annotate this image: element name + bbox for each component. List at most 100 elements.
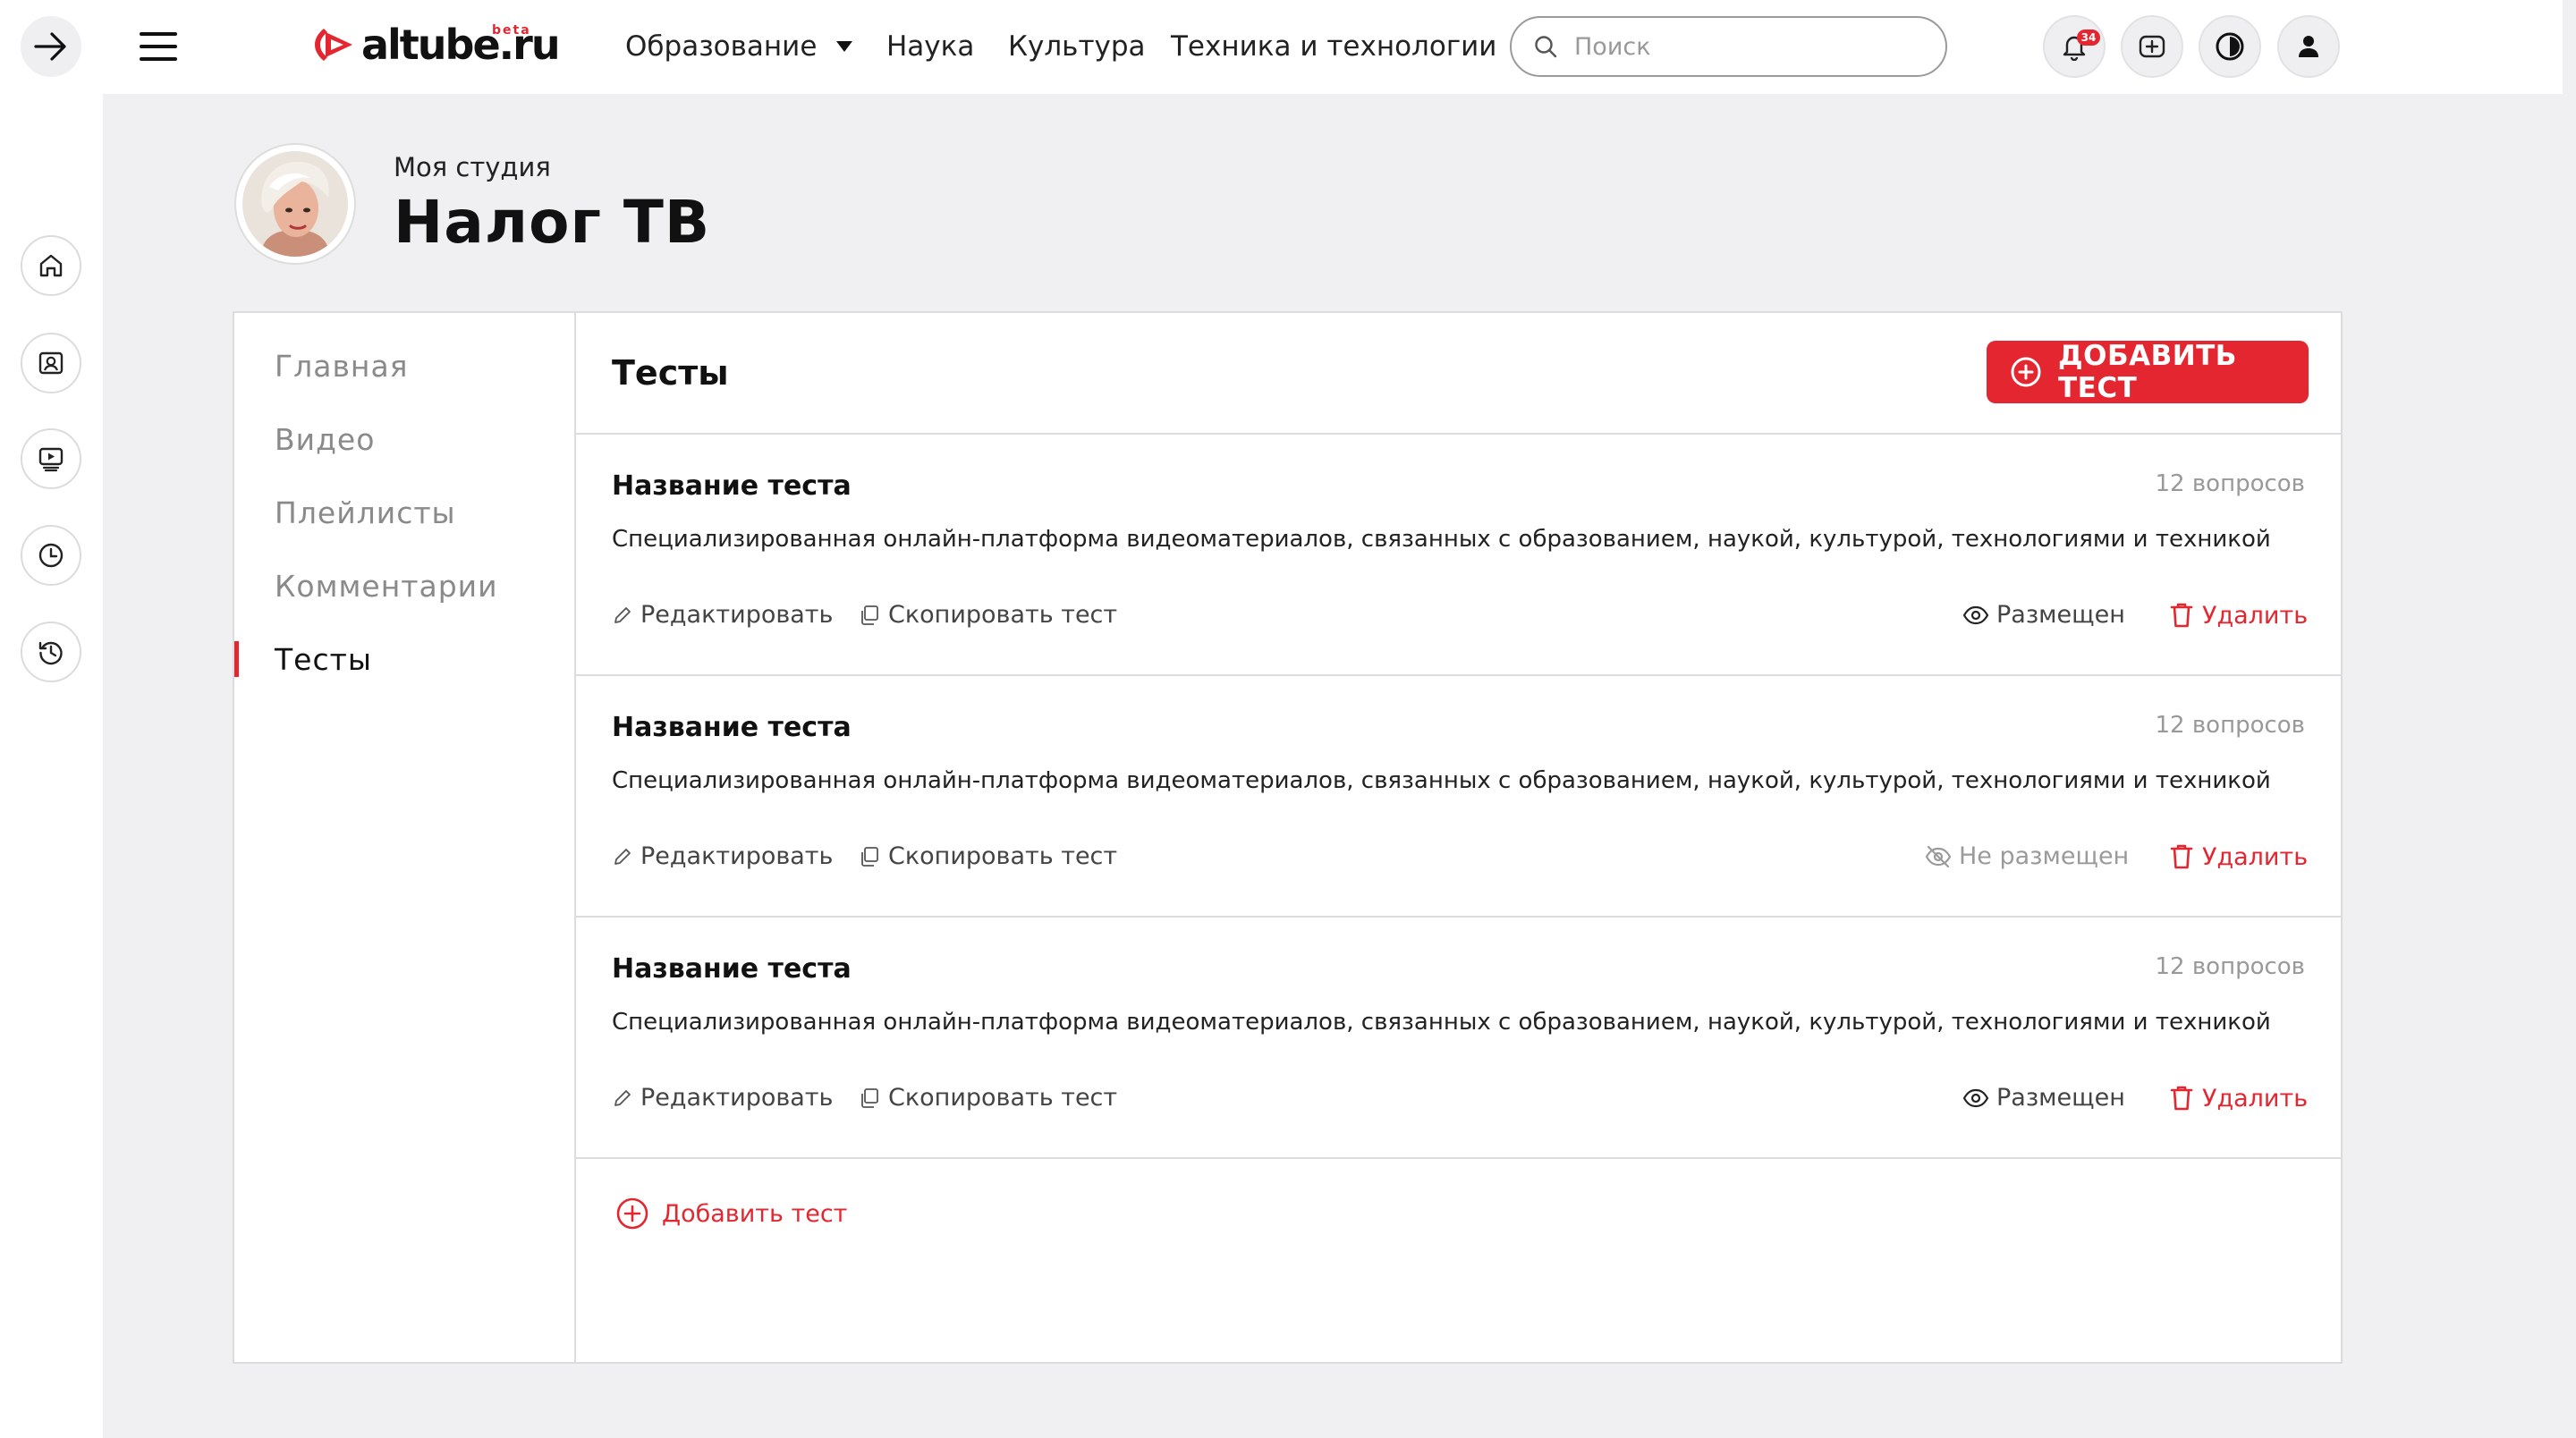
- status-label: Размещен: [1996, 1084, 2125, 1112]
- test-description: Специализированная онлайн-платформа виде…: [612, 526, 2271, 553]
- theme-toggle-button[interactable]: [2199, 15, 2261, 78]
- sidebar-item-comments[interactable]: Комментарии: [275, 569, 498, 604]
- publish-status-toggle[interactable]: Размещен: [1962, 601, 2125, 629]
- add-test-link[interactable]: Добавить тест: [615, 1197, 847, 1231]
- divider: [576, 1157, 2341, 1159]
- page-title: Тесты: [612, 353, 729, 393]
- copy-label: Скопировать тест: [888, 601, 1118, 629]
- add-test-button[interactable]: ДОБАВИТЬ ТЕСТ: [1987, 340, 2309, 404]
- left-rail: [0, 0, 103, 1438]
- rail-history-button[interactable]: [21, 622, 81, 682]
- nav-science[interactable]: Наука: [886, 27, 974, 66]
- add-video-icon: [2137, 31, 2167, 62]
- site-logo[interactable]: altube.ru beta: [311, 16, 561, 73]
- chevron-down-icon: [836, 41, 853, 52]
- sidebar-item-tests[interactable]: Тесты: [275, 642, 372, 677]
- test-description: Специализированная онлайн-платформа виде…: [612, 1009, 2271, 1036]
- publish-status-toggle[interactable]: Размещен: [1962, 1084, 2125, 1112]
- nav-label: Культура: [1008, 30, 1146, 63]
- user-icon: [2296, 33, 2321, 60]
- plus-circle-icon: [2010, 356, 2058, 388]
- trash-icon: [2168, 842, 2202, 871]
- active-indicator: [234, 641, 239, 677]
- test-name[interactable]: Название теста: [612, 470, 852, 502]
- tests-content: Тесты ДОБАВИТЬ ТЕСТ Название теста 12 во…: [576, 313, 2341, 1362]
- rail-watch-later-button[interactable]: [21, 525, 81, 586]
- test-question-count: 12 вопросов: [2155, 953, 2305, 980]
- test-question-count: 12 вопросов: [2155, 712, 2305, 739]
- publish-status-toggle[interactable]: Не размещен: [1925, 842, 2129, 870]
- status-label: Не размещен: [1959, 842, 2130, 870]
- test-name[interactable]: Название теста: [612, 953, 852, 985]
- edit-label: Редактировать: [640, 1084, 834, 1112]
- search-icon: [1533, 34, 1558, 59]
- clock-icon: [37, 541, 65, 570]
- pencil-icon: [612, 605, 640, 626]
- channel-avatar[interactable]: [234, 143, 356, 265]
- edit-test-button[interactable]: Редактировать: [612, 1084, 833, 1112]
- sidebar-item-home[interactable]: Главная: [275, 349, 409, 384]
- test-item: Название теста 12 вопросов Специализиров…: [576, 435, 2341, 674]
- studio-label: Моя студия: [394, 152, 551, 182]
- delete-test-button[interactable]: Удалить: [2168, 601, 2308, 630]
- hamburger-icon: [140, 32, 177, 36]
- arrow-right-icon: [34, 31, 68, 62]
- history-icon: [37, 638, 65, 666]
- upload-button[interactable]: [2121, 15, 2183, 78]
- channel-name: Налог ТВ: [394, 188, 711, 257]
- copy-test-button[interactable]: Скопировать тест: [858, 601, 1117, 629]
- add-test-button-label: ДОБАВИТЬ ТЕСТ: [2058, 340, 2237, 404]
- sidebar-item-videos[interactable]: Видео: [275, 422, 375, 457]
- studio-panel: Главная Видео Плейлисты Комментарии Тест…: [233, 311, 2343, 1364]
- edit-label: Редактировать: [640, 601, 834, 629]
- copy-test-button[interactable]: Скопировать тест: [858, 1084, 1117, 1112]
- nav-tech[interactable]: Техника и технологии: [1171, 27, 1496, 66]
- add-test-link-label: Добавить тест: [662, 1199, 848, 1228]
- sidebar-item-playlists[interactable]: Плейлисты: [275, 495, 456, 530]
- page-scrollbar[interactable]: [2563, 0, 2576, 1438]
- copy-label: Скопировать тест: [888, 1084, 1118, 1112]
- status-label: Размещен: [1996, 601, 2125, 629]
- test-description: Специализированная онлайн-платформа виде…: [612, 767, 2271, 794]
- edit-test-button[interactable]: Редактировать: [612, 601, 833, 629]
- notifications-badge: 34: [2077, 30, 2100, 46]
- nav-label: Наука: [886, 30, 975, 63]
- test-item: Название теста 12 вопросов Специализиров…: [576, 676, 2341, 916]
- delete-label: Удалить: [2202, 842, 2309, 871]
- delete-test-button[interactable]: Удалить: [2168, 1084, 2308, 1112]
- nav-education[interactable]: Образование: [625, 27, 853, 66]
- nav-culture[interactable]: Культура: [1008, 27, 1146, 66]
- video-play-icon: [37, 444, 65, 473]
- copy-icon: [858, 1087, 888, 1110]
- search-input[interactable]: [1574, 32, 1914, 61]
- delete-test-button[interactable]: Удалить: [2168, 842, 2308, 871]
- delete-label: Удалить: [2202, 1084, 2309, 1112]
- rail-home-button[interactable]: [21, 235, 81, 296]
- logo-play-icon: [311, 21, 358, 68]
- account-button[interactable]: [2277, 15, 2340, 78]
- test-name[interactable]: Название теста: [612, 712, 852, 743]
- search-box: [1510, 16, 1947, 77]
- rail-profile-button[interactable]: [21, 333, 81, 393]
- expand-sidebar-button[interactable]: [21, 16, 81, 77]
- test-question-count: 12 вопросов: [2155, 470, 2305, 497]
- avatar-image: [242, 151, 348, 257]
- delete-label: Удалить: [2202, 601, 2309, 630]
- copy-label: Скопировать тест: [888, 842, 1118, 870]
- home-icon: [37, 251, 65, 280]
- contrast-icon: [2214, 30, 2246, 63]
- copy-test-button[interactable]: Скопировать тест: [858, 842, 1117, 870]
- test-item: Название теста 12 вопросов Специализиров…: [576, 918, 2341, 1157]
- eye-icon: [1962, 605, 1996, 626]
- logo-beta-label: beta: [492, 23, 531, 38]
- studio-sidebar: Главная Видео Плейлисты Комментарии Тест…: [234, 313, 576, 1362]
- notifications-button[interactable]: 34: [2043, 15, 2106, 78]
- edit-test-button[interactable]: Редактировать: [612, 842, 833, 870]
- copy-icon: [858, 845, 888, 868]
- nav-label: Образование: [625, 30, 818, 63]
- copy-icon: [858, 604, 888, 627]
- menu-button[interactable]: [136, 27, 181, 66]
- rail-videos-button[interactable]: [21, 428, 81, 489]
- trash-icon: [2168, 1084, 2202, 1112]
- trash-icon: [2168, 601, 2202, 630]
